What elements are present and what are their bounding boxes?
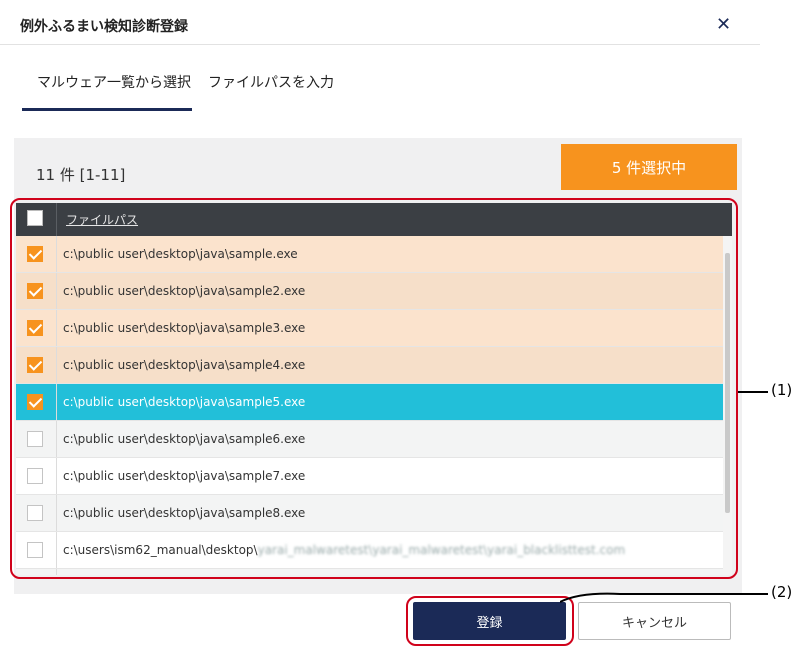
row-divider: [56, 495, 57, 531]
file-path-blurred: yarai_malwaretest\yarai_malwaretest\yara…: [257, 543, 626, 557]
row-checkbox[interactable]: [27, 394, 43, 410]
file-path: c:\public user\desktop\java\sample8.exe: [63, 506, 306, 520]
callout-line-2: [560, 592, 768, 603]
table-row[interactable]: c:\public user\desktop\java\sample7.exe: [16, 458, 723, 495]
header-column-divider: [56, 203, 57, 236]
active-tab-indicator: [22, 108, 192, 111]
table-row[interactable]: c:\public user\desktop\java\sample2.exe: [16, 273, 723, 310]
header-divider: [0, 44, 760, 45]
row-checkbox[interactable]: [27, 505, 43, 521]
column-header-file-path[interactable]: ファイルパス: [66, 211, 138, 228]
row-checkbox[interactable]: [27, 357, 43, 373]
file-path: c:\public user\desktop\java\sample4.exe: [63, 358, 306, 372]
table-row[interactable]: c:\public user\desktop\java\sample6.exe: [16, 421, 723, 458]
file-path: c:\public user\desktop\java\sample3.exe: [63, 321, 306, 335]
dialog-title: 例外ふるまい検知診断登録: [20, 19, 188, 35]
selected-count-badge: 5 件選択中: [561, 144, 737, 190]
callout-label-1: (1): [771, 381, 793, 399]
table-row[interactable]: c:\public user\desktop\java\sample3.exe: [16, 310, 723, 347]
row-divider: [56, 458, 57, 494]
row-checkbox[interactable]: [27, 320, 43, 336]
table-header: ファイルパス: [16, 203, 732, 236]
table-row[interactable]: c:\users\ism62_manual\desktop\yarai_malw…: [16, 532, 723, 569]
table-row[interactable]: c:\public user\desktop\java\sample4.exe: [16, 347, 723, 384]
file-path: c:\public user\desktop\java\sample5.exe: [63, 395, 306, 409]
row-checkbox[interactable]: [27, 468, 43, 484]
callout-label-2: (2): [771, 583, 793, 601]
file-path: c:\users\ism62_manual\desktop\yarai_malw…: [63, 543, 625, 557]
file-path: c:\public user\desktop\java\sample6.exe: [63, 432, 306, 446]
dialog: 例外ふるまい検知診断登録 ✕ マルウェア一覧から選択 ファイルパスを入力 11 …: [0, 0, 760, 651]
tab-file-path-input[interactable]: ファイルパスを入力: [208, 72, 334, 92]
row-divider: [56, 384, 57, 420]
tab-malware-list[interactable]: マルウェア一覧から選択: [37, 72, 191, 92]
file-path: c:\public user\desktop\java\sample.exe: [63, 247, 298, 261]
row-divider: [56, 273, 57, 309]
result-count: 11 件 [1-11]: [36, 166, 126, 184]
close-icon[interactable]: ✕: [716, 14, 731, 35]
table-row[interactable]: c:\public user\desktop\java\sample.exe: [16, 236, 723, 273]
table-row[interactable]: [16, 569, 723, 575]
row-checkbox[interactable]: [27, 431, 43, 447]
row-divider: [56, 236, 57, 272]
register-button[interactable]: 登録: [413, 602, 566, 640]
file-path: c:\public user\desktop\java\sample7.exe: [63, 469, 306, 483]
callout-line-1: [738, 391, 768, 393]
table-row-active[interactable]: c:\public user\desktop\java\sample5.exe: [16, 384, 723, 421]
scrollbar-thumb[interactable]: [725, 253, 730, 513]
select-all-checkbox[interactable]: [27, 210, 43, 226]
file-path-visible: c:\users\ism62_manual\desktop\: [63, 543, 258, 557]
row-divider: [56, 421, 57, 457]
row-checkbox[interactable]: [27, 246, 43, 262]
row-checkbox[interactable]: [27, 283, 43, 299]
row-checkbox[interactable]: [27, 542, 43, 558]
row-divider: [56, 569, 57, 575]
row-divider: [56, 310, 57, 346]
row-divider: [56, 532, 57, 568]
file-path: c:\public user\desktop\java\sample2.exe: [63, 284, 306, 298]
row-divider: [56, 347, 57, 383]
file-table: ファイルパス c:\public user\desktop\java\sampl…: [16, 203, 732, 575]
table-row[interactable]: c:\public user\desktop\java\sample8.exe: [16, 495, 723, 532]
